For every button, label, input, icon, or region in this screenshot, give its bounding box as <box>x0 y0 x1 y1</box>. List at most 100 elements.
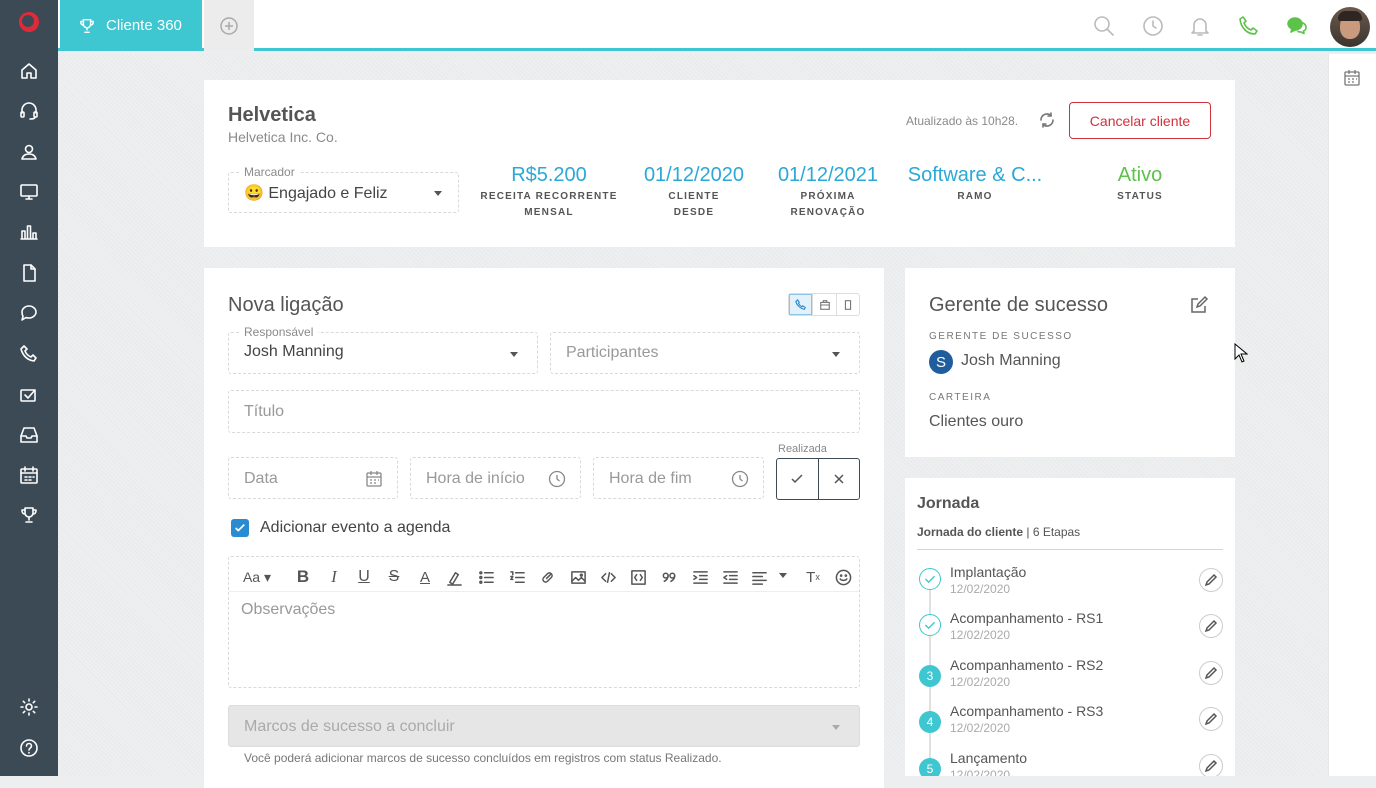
phone-icon[interactable] <box>19 344 39 364</box>
tab-label: Cliente 360 <box>106 17 182 34</box>
participants-select[interactable]: Participantes <box>550 332 860 374</box>
participants-placeholder: Participantes <box>566 344 659 361</box>
marker-label: Marcador <box>239 165 300 179</box>
chevron-down-icon <box>832 725 840 730</box>
portfolio-label: CARTEIRA <box>929 392 992 403</box>
check-circle-icon <box>919 614 941 636</box>
history-icon[interactable] <box>1141 14 1165 38</box>
marker-select[interactable]: Marcador 😀 Engajado e Feliz <box>228 165 459 213</box>
chat-icon[interactable] <box>19 303 39 323</box>
clear-format-icon[interactable]: Tx <box>803 567 823 587</box>
activity-type-switcher <box>788 293 860 316</box>
search-icon[interactable] <box>1092 14 1116 38</box>
headset-icon[interactable] <box>19 101 39 121</box>
trophy-icon <box>79 18 95 33</box>
kpi-status-label: STATUS <box>1117 191 1163 202</box>
kpi-client-since-label: CLIENTE DESDE <box>668 191 720 218</box>
step-name: Acompanhamento - RS1 <box>950 610 1104 626</box>
done-label: Realizada <box>778 443 827 455</box>
chat-bubbles-icon[interactable] <box>1285 14 1309 38</box>
user-avatar[interactable] <box>1330 7 1370 47</box>
milestones-placeholder: Marcos de sucesso a concluir <box>244 718 455 735</box>
underline-icon[interactable]: U <box>354 567 374 587</box>
milestones-select[interactable]: Marcos de sucesso a concluir <box>228 705 860 747</box>
inbox-icon[interactable] <box>19 425 39 445</box>
text-color-icon[interactable]: A <box>415 567 435 587</box>
add-tab-button[interactable] <box>204 0 254 51</box>
font-size-icon[interactable]: Aa ▾ <box>239 567 275 587</box>
edit-icon[interactable] <box>1189 295 1209 320</box>
date-input[interactable]: Data <box>228 457 398 499</box>
app-logo[interactable] <box>17 10 41 34</box>
meeting-type-icon[interactable] <box>812 294 835 315</box>
step-date: 12/02/2020 <box>950 628 1011 642</box>
help-icon[interactable] <box>19 738 39 758</box>
numbered-list-icon[interactable] <box>507 567 527 587</box>
settings-icon[interactable] <box>19 697 39 717</box>
edit-step-button[interactable] <box>1199 568 1223 592</box>
calendar-icon[interactable] <box>19 465 39 485</box>
editor-toolbar: Aa ▾ B I U S A Tx <box>229 557 859 592</box>
align-icon[interactable] <box>749 567 769 587</box>
journey-step: Acompanhamento - RS1 12/02/2020 <box>919 610 1223 650</box>
client-header-card: Helvetica Helvetica Inc. Co. Atualizado … <box>204 80 1235 247</box>
new-call-card: Nova ligação Responsável Josh Manning Pa… <box>204 268 884 788</box>
responsible-select[interactable]: Responsável Josh Manning <box>228 325 538 374</box>
kpi-client-since: 01/12/2020 CLIENTE DESDE <box>629 164 759 221</box>
date-placeholder: Data <box>244 470 278 487</box>
contacts-icon[interactable] <box>19 142 39 162</box>
document-icon[interactable] <box>19 263 39 283</box>
home-icon[interactable] <box>19 61 39 81</box>
kpi-industry-label: RAMO <box>957 191 993 202</box>
code-icon[interactable] <box>598 567 618 587</box>
bold-icon[interactable]: B <box>293 567 313 587</box>
campaign-icon[interactable] <box>19 384 39 404</box>
edit-step-button[interactable] <box>1199 661 1223 685</box>
refresh-icon[interactable] <box>1038 111 1056 129</box>
edit-step-button[interactable] <box>1199 707 1223 731</box>
chevron-down-icon <box>832 352 840 357</box>
note-type-icon[interactable] <box>835 294 859 315</box>
calendar-panel-icon[interactable] <box>1343 69 1361 92</box>
end-time-input[interactable]: Hora de fim <box>593 457 764 499</box>
success-manager-card: Gerente de sucesso GERENTE DE SUCESSO S … <box>905 268 1235 457</box>
done-no-button[interactable] <box>819 459 860 499</box>
step-date: 12/02/2020 <box>950 582 1011 596</box>
clock-icon <box>548 470 566 493</box>
edit-step-button[interactable] <box>1199 614 1223 638</box>
align-dropdown-icon[interactable] <box>779 573 787 578</box>
responsible-label: Responsável <box>239 325 319 339</box>
highlight-icon[interactable] <box>444 567 464 587</box>
start-time-input[interactable]: Hora de início <box>410 457 581 499</box>
indent-icon[interactable] <box>690 567 710 587</box>
emoji-icon[interactable] <box>833 567 853 587</box>
done-yes-button[interactable] <box>777 459 819 499</box>
step-number: 5 <box>919 758 941 776</box>
italic-icon[interactable]: I <box>324 567 344 587</box>
trophy-icon[interactable] <box>19 505 39 525</box>
quote-icon[interactable] <box>659 567 679 587</box>
end-time-placeholder: Hora de fim <box>609 470 692 487</box>
title-placeholder: Título <box>244 403 285 420</box>
monitor-icon[interactable] <box>19 182 39 202</box>
plus-circle-icon <box>220 16 238 35</box>
add-event-checkbox[interactable] <box>231 519 249 537</box>
phone-type-icon[interactable] <box>789 294 813 315</box>
notes-placeholder[interactable]: Observações <box>241 601 335 619</box>
bell-icon[interactable] <box>1188 14 1212 38</box>
outdent-icon[interactable] <box>720 567 740 587</box>
phone-call-icon[interactable] <box>1237 14 1261 38</box>
strikethrough-icon[interactable]: S <box>384 567 404 587</box>
code-block-icon[interactable] <box>628 567 648 587</box>
edit-step-button[interactable] <box>1199 754 1223 776</box>
start-time-placeholder: Hora de início <box>426 470 525 487</box>
step-number: 4 <box>919 711 941 733</box>
tab-cliente-360[interactable]: Cliente 360 <box>60 0 202 51</box>
bullet-list-icon[interactable] <box>476 567 496 587</box>
link-icon[interactable] <box>537 567 557 587</box>
image-icon[interactable] <box>568 567 588 587</box>
reports-icon[interactable] <box>19 222 39 242</box>
title-input[interactable]: Título <box>228 390 860 433</box>
step-name: Implantação <box>950 564 1027 580</box>
cancel-client-button[interactable]: Cancelar cliente <box>1069 102 1211 139</box>
